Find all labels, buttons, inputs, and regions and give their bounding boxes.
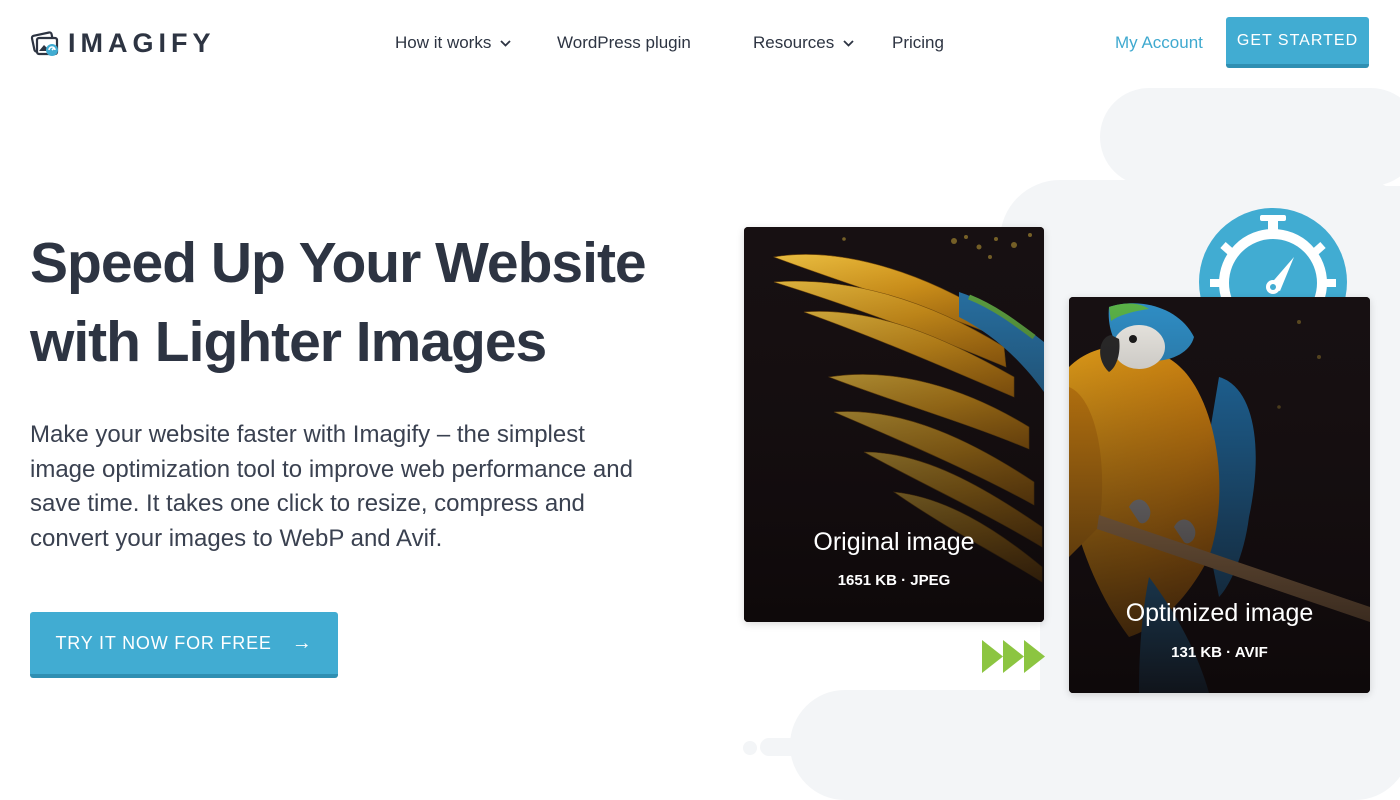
arrow-right-icon: → [291,631,313,654]
hero-title-line: with Lighter Images [30,310,547,374]
nav-item-wordpress-plugin[interactable]: WordPress plugin [557,33,691,53]
hero-title-line: Speed Up Your Website [30,231,647,295]
nav-item-resources[interactable]: Resources [753,33,854,53]
fast-forward-arrows-icon [982,640,1045,673]
try-it-now-button[interactable]: TRY IT NOW FOR FREE → [30,612,338,678]
imagify-logo[interactable]: IMAGIFY [30,28,216,59]
hero-description-line: image optimization tool to improve web p… [30,455,633,483]
original-image-meta: 1651 KB · JPEG [837,572,951,589]
nav-item-label: Resources [753,33,835,52]
nav-item-label: Pricing [892,33,944,52]
nav-item-pricing[interactable]: Pricing [892,33,944,53]
parrot-perched-image [1069,297,1370,693]
original-image-label: Original image [813,528,975,556]
logo-wordmark: IMAGIFY [68,28,216,58]
hero-description-line: save time. It takes one click to resize,… [30,490,585,517]
nav-item-label: WordPress plugin [557,33,691,52]
hero-title: Speed Up Your Website with Lighter Image… [30,224,670,382]
hero-description-line: convert your images to WebP and Avif. [30,524,443,552]
chevron-down-icon [500,39,511,47]
nav-item-label: How it works [395,33,492,52]
logo-photo-stack-icon [30,30,59,56]
hero-description: Make your website faster with Imagify – … [30,418,670,556]
try-it-now-label: TRY IT NOW FOR FREE [55,632,272,653]
hero-description-line: Make your website faster with Imagify – … [30,421,585,448]
nav-item-how-it-works[interactable]: How it works [395,33,511,53]
optimized-image-meta: 131 KB · AVIF [1171,644,1268,661]
optimized-image-card: Optimized image 131 KB · AVIF [1069,297,1370,693]
site-header: IMAGIFY How it works WordPress plugin Re… [0,0,1400,86]
my-account-link[interactable]: My Account [1115,33,1203,53]
optimized-image-label: Optimized image [1125,599,1314,627]
parrot-wing-image [744,227,1044,622]
original-image-card: Original image 1651 KB · JPEG [744,227,1044,622]
chevron-down-icon [843,39,854,47]
get-started-button[interactable]: GET STARTED [1226,17,1369,68]
speedometer-icon [1199,208,1347,302]
